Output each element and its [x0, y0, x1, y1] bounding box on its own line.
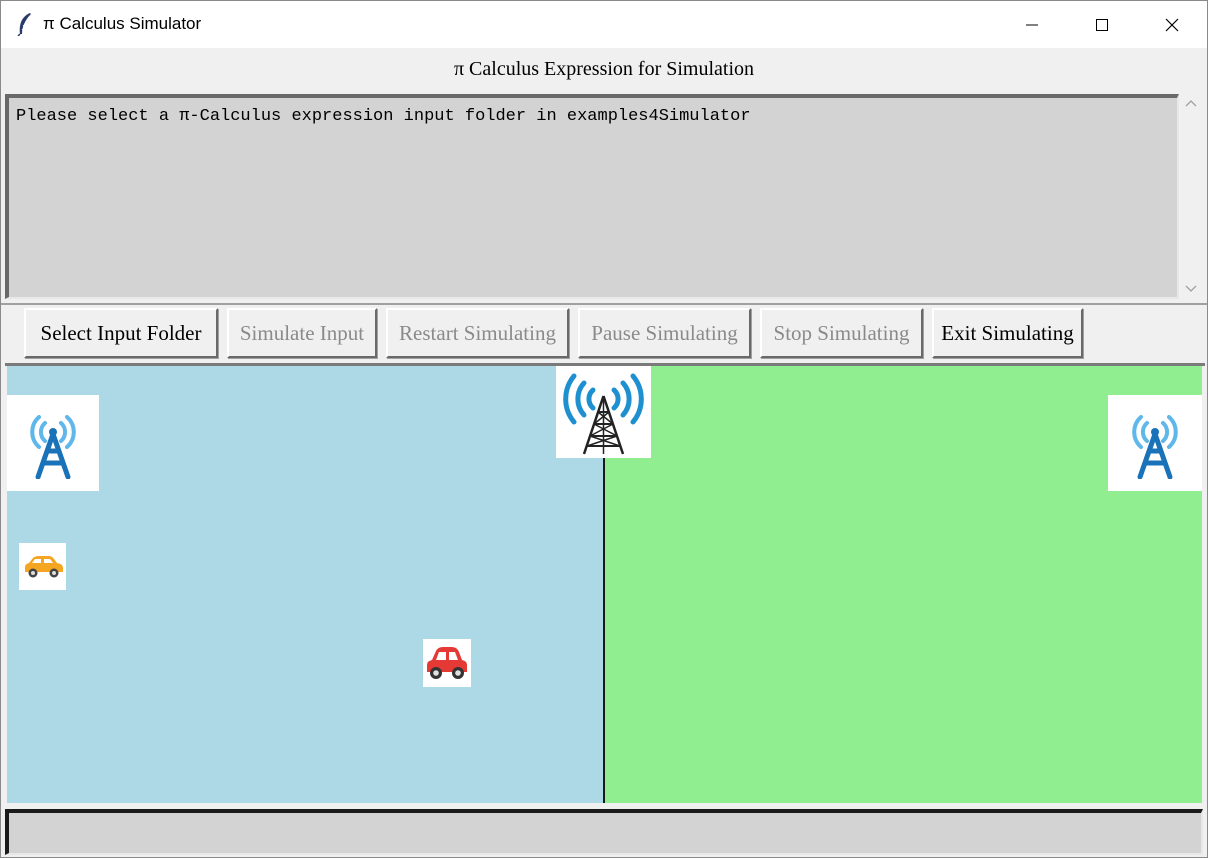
expression-text: Please select a π-Calculus expression in… — [16, 107, 751, 126]
expression-scrollbar[interactable] — [1181, 91, 1201, 301]
expression-textarea[interactable]: Please select a π-Calculus expression in… — [5, 94, 1179, 299]
select-input-folder-button[interactable]: Select Input Folder — [24, 308, 218, 358]
radio-tower-icon — [563, 373, 644, 455]
orange-car[interactable] — [19, 543, 66, 590]
simulate-input-button[interactable]: Simulate Input — [227, 308, 377, 358]
feather-icon — [15, 12, 35, 37]
maximize-icon — [1096, 18, 1108, 31]
car-icon — [24, 555, 63, 577]
minimize-icon — [1026, 24, 1038, 25]
chevron-up-icon — [1185, 100, 1197, 107]
title-bar[interactable]: π Calculus Simulator — [1, 1, 1207, 48]
close-button[interactable] — [1137, 1, 1207, 48]
right-tower[interactable] — [1108, 395, 1202, 491]
close-icon — [1165, 18, 1179, 31]
window-title: π Calculus Simulator — [43, 14, 202, 33]
stop-simulating-button[interactable]: Stop Simulating — [760, 308, 923, 358]
exit-simulating-button[interactable]: Exit Simulating — [932, 308, 1083, 358]
expression-header: π Calculus Expression for Simulation — [453, 58, 755, 80]
zone-boundary-line — [603, 456, 605, 803]
chevron-down-icon — [1185, 285, 1197, 292]
scroll-down-button[interactable] — [1181, 279, 1201, 299]
status-bar — [5, 809, 1203, 855]
simulator-window: π Calculus Simulator π Calculus Expressi… — [0, 0, 1208, 858]
red-car[interactable] — [423, 639, 471, 687]
simulation-canvas[interactable] — [5, 363, 1205, 803]
minimize-button[interactable] — [997, 1, 1067, 48]
cell-tower-icon — [30, 415, 76, 479]
left-tower[interactable] — [7, 395, 99, 491]
toolbar: Select Input Folder Simulate Input Resta… — [1, 305, 1207, 361]
center-tower[interactable] — [556, 366, 651, 458]
cell-tower-icon — [1132, 415, 1178, 479]
scroll-up-button[interactable] — [1181, 93, 1201, 113]
maximize-button[interactable] — [1067, 1, 1137, 48]
car-icon — [427, 647, 467, 679]
restart-simulating-button[interactable]: Restart Simulating — [386, 308, 569, 358]
pause-simulating-button[interactable]: Pause Simulating — [578, 308, 751, 358]
